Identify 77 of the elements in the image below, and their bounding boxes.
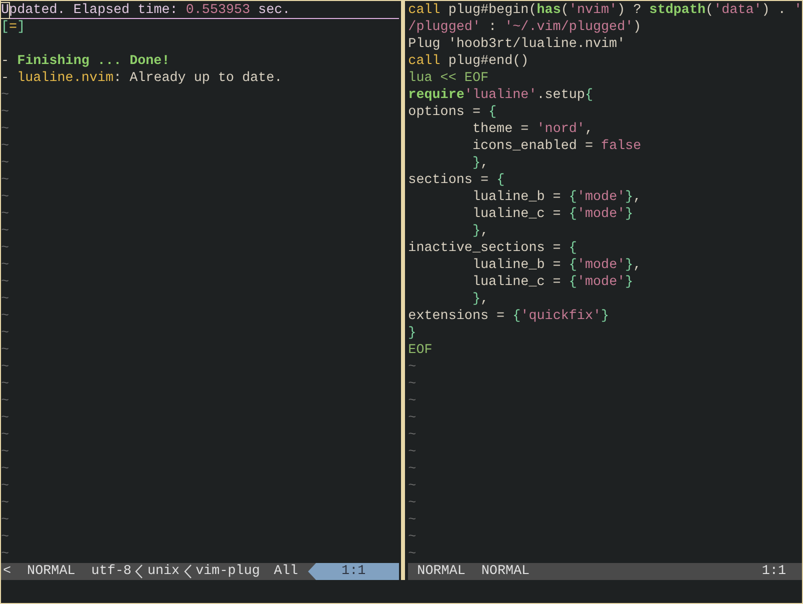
file-format: unix — [147, 563, 180, 580]
empty-line-tilde: ~ — [1, 309, 10, 324]
code-line: }, — [472, 156, 489, 171]
empty-line-tilde: ~ — [1, 122, 10, 137]
code-line: } — [408, 326, 416, 341]
empty-line-tilde: ~ — [408, 530, 416, 545]
progress-indicator: All — [274, 563, 298, 580]
empty-line-tilde: ~ — [1, 496, 10, 511]
empty-line-tilde: ~ — [408, 496, 416, 511]
code-line: sections = { — [408, 173, 505, 188]
empty-line-tilde: ~ — [1, 394, 10, 409]
code-line: theme = 'nord', — [472, 122, 594, 137]
mode-indicator: NORMAL — [27, 563, 76, 580]
empty-line-tilde: ~ — [1, 377, 10, 392]
separator-chevron-icon — [184, 564, 192, 579]
empty-line-tilde: ~ — [408, 479, 416, 494]
code-line: icons_enabled = false — [472, 139, 642, 154]
code-line: lualine_b = {'mode'}, — [472, 190, 642, 205]
empty-line-tilde: ~ — [1, 190, 10, 205]
code-line: }, — [472, 292, 489, 307]
empty-line-tilde: ~ — [1, 224, 10, 239]
empty-line-tilde: ~ — [1, 207, 10, 222]
cursor-location: 1:1 — [308, 563, 400, 580]
code-line: call plug#end() — [408, 54, 529, 69]
empty-line-tilde: ~ — [408, 360, 416, 375]
code-line: extensions = {'quickfix'} — [408, 309, 610, 324]
empty-line-tilde: ~ — [1, 105, 10, 120]
empty-line-tilde: ~ — [1, 275, 10, 290]
empty-line-tilde: ~ — [408, 513, 416, 528]
code-line: EOF — [408, 343, 432, 358]
empty-line-tilde: ~ — [1, 479, 10, 494]
empty-line-tilde: ~ — [1, 88, 10, 103]
code-line: inactive_sections = { — [408, 241, 577, 256]
status-message: Updated. Elapsed time: 0.553953 sec. — [1, 3, 290, 18]
code-line: lualine_c = {'mode'} — [472, 275, 634, 290]
empty-line-tilde: ~ — [408, 377, 416, 392]
empty-line-tilde: ~ — [1, 156, 10, 171]
empty-line-tilde: ~ — [408, 462, 416, 477]
empty-line-tilde: ~ — [1, 292, 10, 307]
code-line: require'lualine'.setup{ — [408, 88, 593, 103]
code-line: - lualine.nvim: Already up to date. — [1, 71, 282, 86]
empty-line-tilde: ~ — [1, 241, 10, 256]
empty-line-tilde: ~ — [1, 258, 10, 273]
empty-line-tilde: ~ — [1, 547, 10, 562]
code-line: Plug 'hoob3rt/lualine.nvim' — [408, 37, 626, 52]
file-type: vim-plug — [196, 563, 260, 580]
empty-line-tilde: ~ — [1, 139, 10, 154]
code-line: [=] — [1, 20, 26, 35]
empty-line-tilde: ~ — [1, 462, 10, 477]
empty-line-tilde: ~ — [408, 394, 416, 409]
code-line: /plugged' : '~/.vim/plugged') — [408, 20, 642, 35]
file-encoding: utf-8 — [91, 563, 132, 580]
empty-line-tilde: ~ — [1, 411, 10, 426]
cursor-location: 1:1 — [762, 563, 786, 580]
code-line: lualine_c = {'mode'} — [472, 207, 634, 222]
empty-line-tilde: ~ — [1, 428, 10, 443]
empty-line-tilde: ~ — [408, 411, 416, 426]
empty-line-tilde: ~ — [1, 530, 10, 545]
empty-line-tilde: ~ — [1, 513, 10, 528]
empty-line-tilde: ~ — [1, 445, 10, 460]
separator-chevron-icon — [135, 564, 144, 579]
empty-line-tilde: ~ — [408, 547, 416, 562]
mode-indicator: NORMAL — [481, 563, 530, 580]
empty-line-tilde: ~ — [408, 445, 416, 460]
empty-line-tilde: ~ — [1, 173, 10, 188]
code-line: lua << EOF — [408, 71, 489, 86]
empty-line-tilde: ~ — [1, 343, 10, 358]
code-line: - Finishing ... Done! — [1, 54, 170, 69]
empty-line-tilde: ~ — [1, 360, 10, 375]
empty-line-tilde: ~ — [408, 428, 416, 443]
code-line: options = { — [408, 105, 497, 120]
code-line: lualine_b = {'mode'}, — [472, 258, 642, 273]
code-line: call plug#begin(has('nvim') ? stdpath('data') . ' — [408, 3, 802, 18]
empty-line-tilde: ~ — [1, 326, 10, 341]
truncation-marker: < — [3, 563, 12, 580]
mode-indicator: NORMAL — [417, 563, 466, 580]
code-line: }, — [472, 224, 489, 239]
